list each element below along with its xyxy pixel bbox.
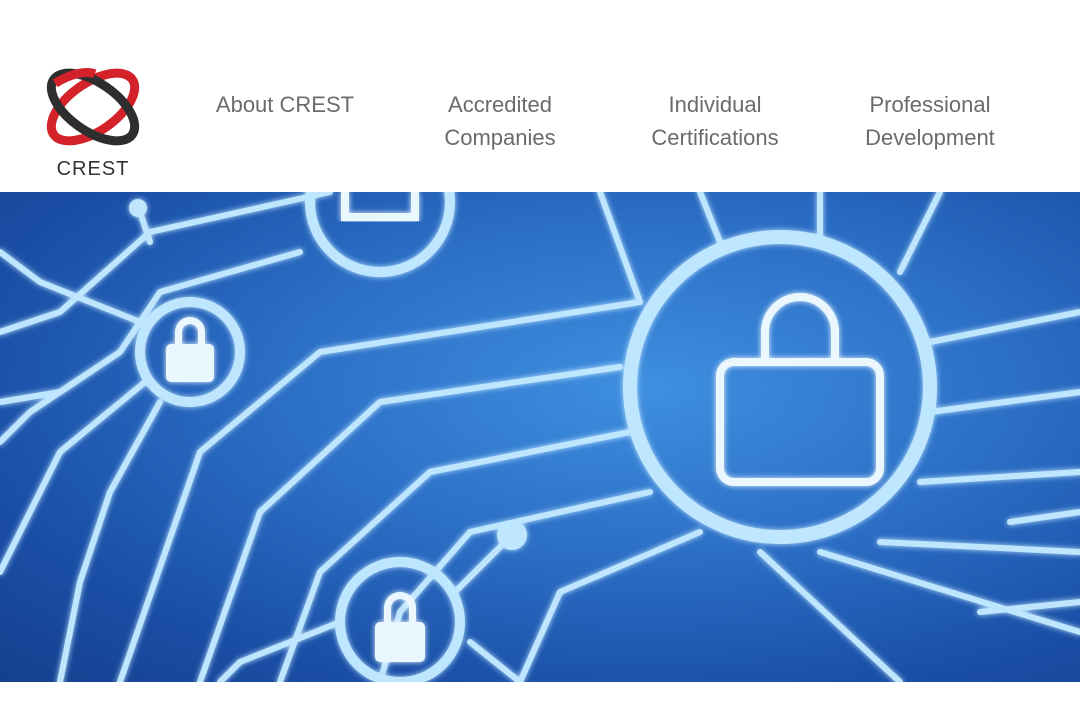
nav-individual-line1: Individual	[668, 92, 762, 117]
padlock-large-icon	[716, 293, 884, 486]
nav-professional-line1: Professional	[869, 92, 991, 117]
nav-accredited-companies[interactable]: Accredited Companies	[412, 88, 588, 154]
nav-individual-line2: Certifications	[651, 125, 779, 150]
padlock-top-icon	[341, 192, 419, 221]
circuit-traces	[0, 192, 1080, 682]
padlock-bottom-icon	[375, 592, 425, 662]
padlock-small-icon	[166, 317, 214, 382]
crest-logo[interactable]: CREST	[36, 62, 150, 182]
nav-professional-development[interactable]: Professional Development	[840, 88, 1020, 154]
circuit-padlock-illustration	[0, 192, 1080, 682]
page-bottom-strip	[0, 682, 1080, 721]
nav-accredited-line1: Accredited	[448, 92, 552, 117]
nav-about-crest[interactable]: About CREST	[196, 88, 374, 121]
nav-about-label: About CREST	[215, 92, 355, 117]
nav-accredited-line2: Companies	[444, 125, 556, 150]
hero-banner	[0, 192, 1080, 682]
logo-text: CREST	[56, 158, 130, 180]
nav-individual-certifications[interactable]: Individual Certifications	[624, 88, 806, 154]
crest-rings-icon	[46, 68, 140, 146]
site-header: CREST About CREST Accredited Companies I…	[0, 0, 1080, 192]
nav-professional-line2: Development	[865, 125, 995, 150]
